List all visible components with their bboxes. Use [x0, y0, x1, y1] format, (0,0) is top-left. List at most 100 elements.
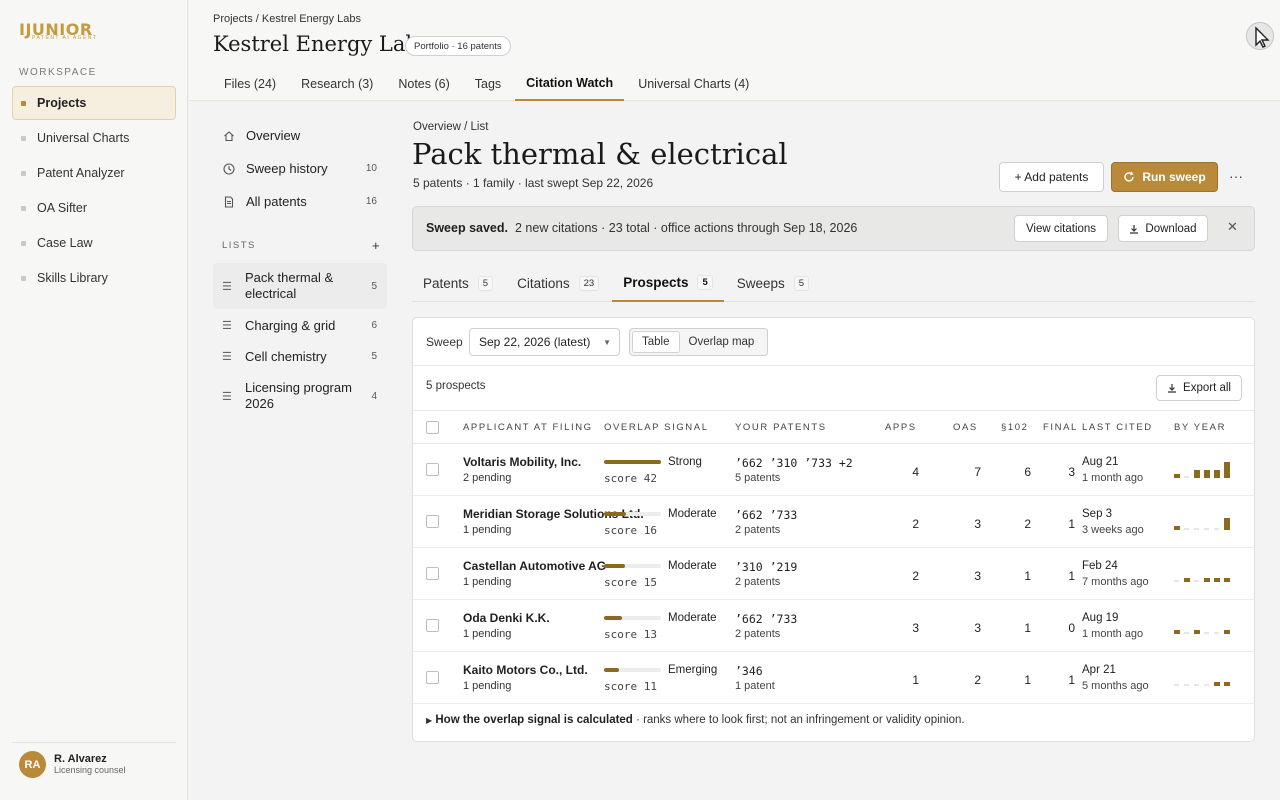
col-oas[interactable]: OAS — [953, 422, 978, 433]
sidebar-item-universal-charts[interactable]: Universal Charts — [12, 121, 176, 155]
oas-count: 7 — [974, 465, 981, 479]
subnav-sweep-history[interactable]: Sweep history 10 — [213, 161, 387, 176]
sweep-select[interactable]: Sep 22, 2026 (latest) ▼ — [469, 328, 620, 356]
col-by-year[interactable]: BY YEAR — [1174, 422, 1226, 433]
your-patents[interactable]: ’310 ’219 — [735, 560, 797, 574]
table-header: APPLICANT AT FILING OVERLAP SIGNAL YOUR … — [413, 410, 1254, 444]
year-bar — [1224, 682, 1230, 686]
col-your-patents[interactable]: YOUR PATENTS — [735, 422, 827, 433]
overlap-signal: Moderate — [668, 560, 717, 572]
list-icon: ☰ — [222, 280, 232, 293]
year-bar — [1174, 474, 1180, 478]
portfolio-badge: Portfolio · 16 patents — [405, 36, 511, 56]
close-icon[interactable]: ✕ — [1227, 219, 1238, 235]
patent-count: 1 patent — [735, 680, 775, 692]
tab-patents[interactable]: Patents 5 — [412, 265, 504, 302]
tab-tags[interactable]: Tags — [464, 66, 512, 101]
user-profile[interactable]: RA R. Alvarez Licensing counsel — [12, 742, 176, 788]
select-all-checkbox[interactable] — [426, 421, 439, 434]
tab-citations[interactable]: Citations 23 — [506, 265, 610, 302]
view-overlap-map-button[interactable]: Overlap map — [680, 331, 764, 353]
col-applicant[interactable]: APPLICANT AT FILING — [463, 422, 593, 433]
sidebar-item-oa-sifter[interactable]: OA Sifter — [12, 191, 176, 225]
logo-tagline: PATENT AI AGENT — [32, 35, 98, 41]
col-s102[interactable]: §102 — [1001, 422, 1029, 433]
row-checkbox[interactable] — [426, 463, 439, 476]
list-item-licensing-program[interactable]: ☰ Licensing program 2026 4 — [213, 378, 387, 414]
oas-count: 3 — [974, 621, 981, 635]
list-breadcrumb[interactable]: Overview / List — [413, 121, 488, 133]
tab-label: Citations — [517, 276, 570, 291]
applicant-name[interactable]: Voltaris Mobility, Inc. — [463, 455, 581, 469]
table-row[interactable]: Meridian Storage Solutions Ltd. 1 pending… — [413, 496, 1254, 548]
s102-count: 2 — [1024, 517, 1031, 531]
add-list-icon[interactable]: + — [372, 238, 380, 253]
workspace-label: WORKSPACE — [19, 67, 97, 78]
table-row[interactable]: Kaito Motors Co., Ltd. 1 pending score 11 E… — [413, 652, 1254, 704]
overlap-signal-note[interactable]: ▶ How the overlap signal is calculated ·… — [426, 714, 965, 726]
tab-label: Prospects — [623, 275, 689, 290]
applicant-name[interactable]: Kaito Motors Co., Ltd. — [463, 663, 588, 677]
your-patents[interactable]: ’346 — [735, 664, 763, 678]
view-table-button[interactable]: Table — [632, 331, 680, 353]
download-button[interactable]: Download — [1118, 215, 1208, 242]
col-overlap-signal[interactable]: OVERLAP SIGNAL — [604, 422, 709, 433]
col-apps[interactable]: APPS — [885, 422, 917, 433]
subnav-label: All patents — [246, 194, 307, 209]
apps-count: 4 — [912, 465, 919, 479]
col-final[interactable]: FINAL — [1043, 422, 1078, 433]
sidebar-item-patent-analyzer[interactable]: Patent Analyzer — [12, 156, 176, 190]
table-row[interactable]: Voltaris Mobility, Inc. 2 pending score 42… — [413, 444, 1254, 496]
row-checkbox[interactable] — [426, 619, 439, 632]
by-year-sparkline — [1174, 682, 1230, 686]
tab-citation-watch[interactable]: Citation Watch — [515, 66, 625, 101]
list-item-pack-thermal[interactable]: ☰ Pack thermal & electrical 5 — [213, 263, 387, 309]
run-sweep-button[interactable]: Run sweep — [1111, 162, 1218, 192]
sidebar-item-projects[interactable]: Projects — [12, 86, 176, 120]
list-item-cell-chemistry[interactable]: ☰ Cell chemistry 5 — [213, 346, 387, 366]
tab-notes[interactable]: Notes (6) — [387, 66, 460, 101]
bullet-icon — [21, 100, 26, 106]
overlap-bar-fill — [604, 512, 626, 516]
tab-files[interactable]: Files (24) — [213, 66, 287, 101]
patent-count: 2 patents — [735, 576, 781, 588]
row-checkbox[interactable] — [426, 515, 439, 528]
tab-universal-charts[interactable]: Universal Charts (4) — [627, 66, 760, 101]
breadcrumb[interactable]: Projects / Kestrel Energy Labs — [213, 13, 361, 25]
year-bar-empty — [1204, 684, 1209, 686]
row-checkbox[interactable] — [426, 567, 439, 580]
overlap-score: score 11 — [604, 680, 657, 693]
list-icon: ☰ — [222, 319, 232, 332]
applicant-name[interactable]: Castellan Automotive AG — [463, 559, 606, 573]
your-patents[interactable]: ’662 ’310 ’733 +2 — [735, 456, 853, 470]
subnav-overview[interactable]: Overview — [213, 128, 387, 143]
add-patents-button[interactable]: + Add patents — [999, 162, 1104, 192]
user-name: R. Alvarez — [54, 752, 107, 765]
sidebar-item-case-law[interactable]: Case Law — [12, 226, 176, 260]
tab-prospects[interactable]: Prospects 5 — [612, 265, 724, 302]
sidebar-item-skills-library[interactable]: Skills Library — [12, 261, 176, 295]
sweep-select-value: Sep 22, 2026 (latest) — [479, 335, 591, 349]
list-item-charging-grid[interactable]: ☰ Charging & grid 6 — [213, 315, 387, 335]
view-citations-button[interactable]: View citations — [1014, 215, 1108, 242]
tab-sweeps[interactable]: Sweeps 5 — [726, 265, 820, 302]
list-title: Pack thermal & electrical — [412, 137, 788, 171]
col-last-cited[interactable]: LAST CITED — [1082, 422, 1153, 433]
table-row[interactable]: Castellan Automotive AG 1 pending score 15… — [413, 548, 1254, 600]
tab-count: 5 — [697, 275, 713, 290]
row-checkbox[interactable] — [426, 671, 439, 684]
applicant-name[interactable]: Oda Denki K.K. — [463, 611, 550, 625]
sweep-label: Sweep — [426, 335, 463, 349]
download-label: Download — [1145, 222, 1197, 235]
more-options-icon[interactable]: ··· — [1229, 168, 1243, 184]
export-all-button[interactable]: Export all — [1156, 375, 1242, 401]
your-patents[interactable]: ’662 ’733 — [735, 508, 797, 522]
junior-logo[interactable]: IJUNIOR PATENT AI AGENT — [19, 20, 109, 44]
year-bar-empty — [1174, 580, 1179, 582]
year-bar — [1224, 630, 1230, 634]
tab-research[interactable]: Research (3) — [290, 66, 384, 101]
banner-message: 2 new citations · 23 total · office acti… — [515, 221, 858, 235]
table-row[interactable]: Oda Denki K.K. 1 pending score 13 Moderate ’… — [413, 600, 1254, 652]
your-patents[interactable]: ’662 ’733 — [735, 612, 797, 626]
subnav-all-patents[interactable]: All patents 16 — [213, 194, 387, 209]
